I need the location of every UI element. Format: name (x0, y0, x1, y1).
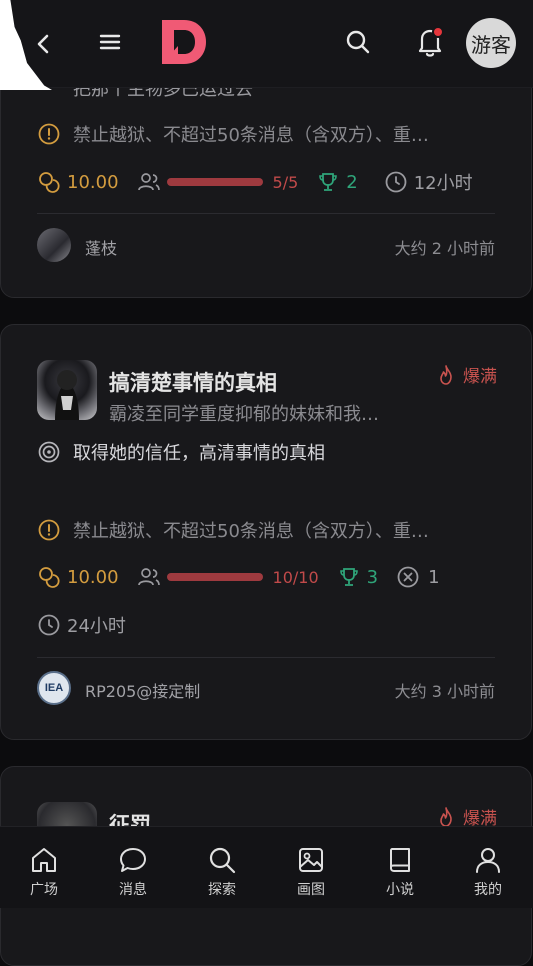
stats-row: 10.00 10/10 3 1 (37, 565, 440, 589)
reward-value: 10.00 (67, 566, 119, 588)
task-card[interactable]: 搞清楚事情的真相 霸凌至同学重度抑郁的妹妹和我… 爆满 取得她的信任，高清事情的… (0, 324, 532, 740)
nav-label: 小说 (386, 882, 414, 898)
menu-button[interactable] (94, 26, 126, 58)
duration-row: 24小时 (37, 612, 126, 638)
notification-dot (432, 26, 444, 38)
stats-row: 10.00 5/5 2 12小时 (37, 169, 473, 195)
nav-item-mine[interactable]: 我的 (458, 845, 518, 899)
image-icon (299, 848, 323, 872)
hot-badge: 爆满 (435, 362, 497, 387)
coins-icon (39, 567, 60, 588)
character-portrait-icon (55, 370, 79, 420)
bottom-navigation: 广场 消息 探索 画图 小说 我的 (0, 826, 533, 908)
nav-label: 广场 (30, 882, 58, 898)
back-button[interactable] (28, 28, 60, 60)
flame-icon (440, 364, 452, 385)
rules-text: 禁止越狱、不超过50条消息（含双方）、重… (73, 521, 429, 542)
book-icon (390, 848, 410, 872)
app-logo[interactable] (158, 16, 210, 68)
chevron-left-icon (37, 34, 49, 54)
users-icon (137, 568, 160, 586)
participants-progress-bar (166, 178, 263, 186)
duration-value: 12小时 (413, 173, 473, 194)
duration-value: 24小时 (67, 616, 126, 637)
hot-label: 爆满 (463, 367, 497, 387)
nav-item-explore[interactable]: 探索 (192, 845, 252, 899)
author-name[interactable]: RP205@接定制 (85, 678, 200, 702)
author-avatar-text: IEA (44, 682, 64, 694)
search-icon (209, 847, 236, 874)
time-ago: 大约 3 小时前 (394, 682, 495, 701)
target-icon (38, 441, 60, 463)
participants-count: 5/5 (272, 172, 299, 192)
participants-progress-bar (166, 573, 263, 581)
character-avatar[interactable] (37, 360, 97, 420)
clock-icon (38, 614, 60, 636)
warning-circle-icon (38, 519, 60, 541)
author-avatar[interactable] (37, 228, 71, 262)
trophy-icon (319, 173, 338, 191)
goal-row: 取得她的信任，高清事情的真相 (37, 439, 325, 465)
author-avatar[interactable]: IEA (37, 671, 71, 705)
guest-avatar[interactable]: 游客 (466, 18, 516, 68)
search-icon (346, 30, 370, 54)
home-icon (32, 848, 56, 872)
user-icon (476, 848, 500, 873)
nav-item-square[interactable]: 广场 (14, 845, 74, 899)
reward-value: 10.00 (67, 171, 119, 193)
time-ago: 大约 2 小时前 (394, 239, 495, 258)
nav-item-messages[interactable]: 消息 (103, 845, 163, 899)
card-subtitle: 霸凌至同学重度抑郁的妹妹和我… (109, 404, 379, 425)
nav-label: 我的 (474, 882, 502, 898)
search-button[interactable] (342, 26, 374, 58)
rules-text: 禁止越狱、不超过50条消息（含双方）、重… (73, 125, 429, 146)
nav-item-draw[interactable]: 画图 (281, 845, 341, 899)
chat-icon (120, 848, 146, 872)
nav-item-novel[interactable]: 小说 (370, 845, 430, 899)
logo-icon (162, 20, 206, 64)
card-title[interactable]: 搞清楚事情的真相 (109, 367, 277, 397)
trophy-count: 3 (366, 566, 379, 588)
trophy-count: 2 (346, 171, 358, 193)
top-bar: 游客 (0, 0, 533, 88)
coins-icon (39, 172, 60, 193)
trophy-icon (339, 568, 358, 586)
x-circle-icon (397, 566, 419, 588)
participants-count: 10/10 (272, 567, 319, 587)
failure-count: 1 (428, 566, 440, 588)
nav-label: 探索 (208, 882, 236, 898)
hamburger-menu-icon (99, 34, 121, 50)
flame-icon (440, 806, 452, 827)
warning-circle-icon (38, 123, 60, 145)
author-name[interactable]: 蓬枝 (85, 235, 117, 259)
clock-icon (385, 171, 407, 193)
rules-row: 禁止越狱、不超过50条消息（含双方）、重… (37, 517, 429, 543)
divider (37, 657, 495, 658)
nav-label: 消息 (119, 882, 147, 898)
goal-text: 取得她的信任，高清事情的真相 (73, 443, 325, 464)
nav-label: 画图 (297, 882, 325, 898)
users-icon (137, 173, 160, 191)
divider (37, 213, 495, 214)
rules-row: 禁止越狱、不超过50条消息（含双方）、重… (37, 121, 429, 147)
